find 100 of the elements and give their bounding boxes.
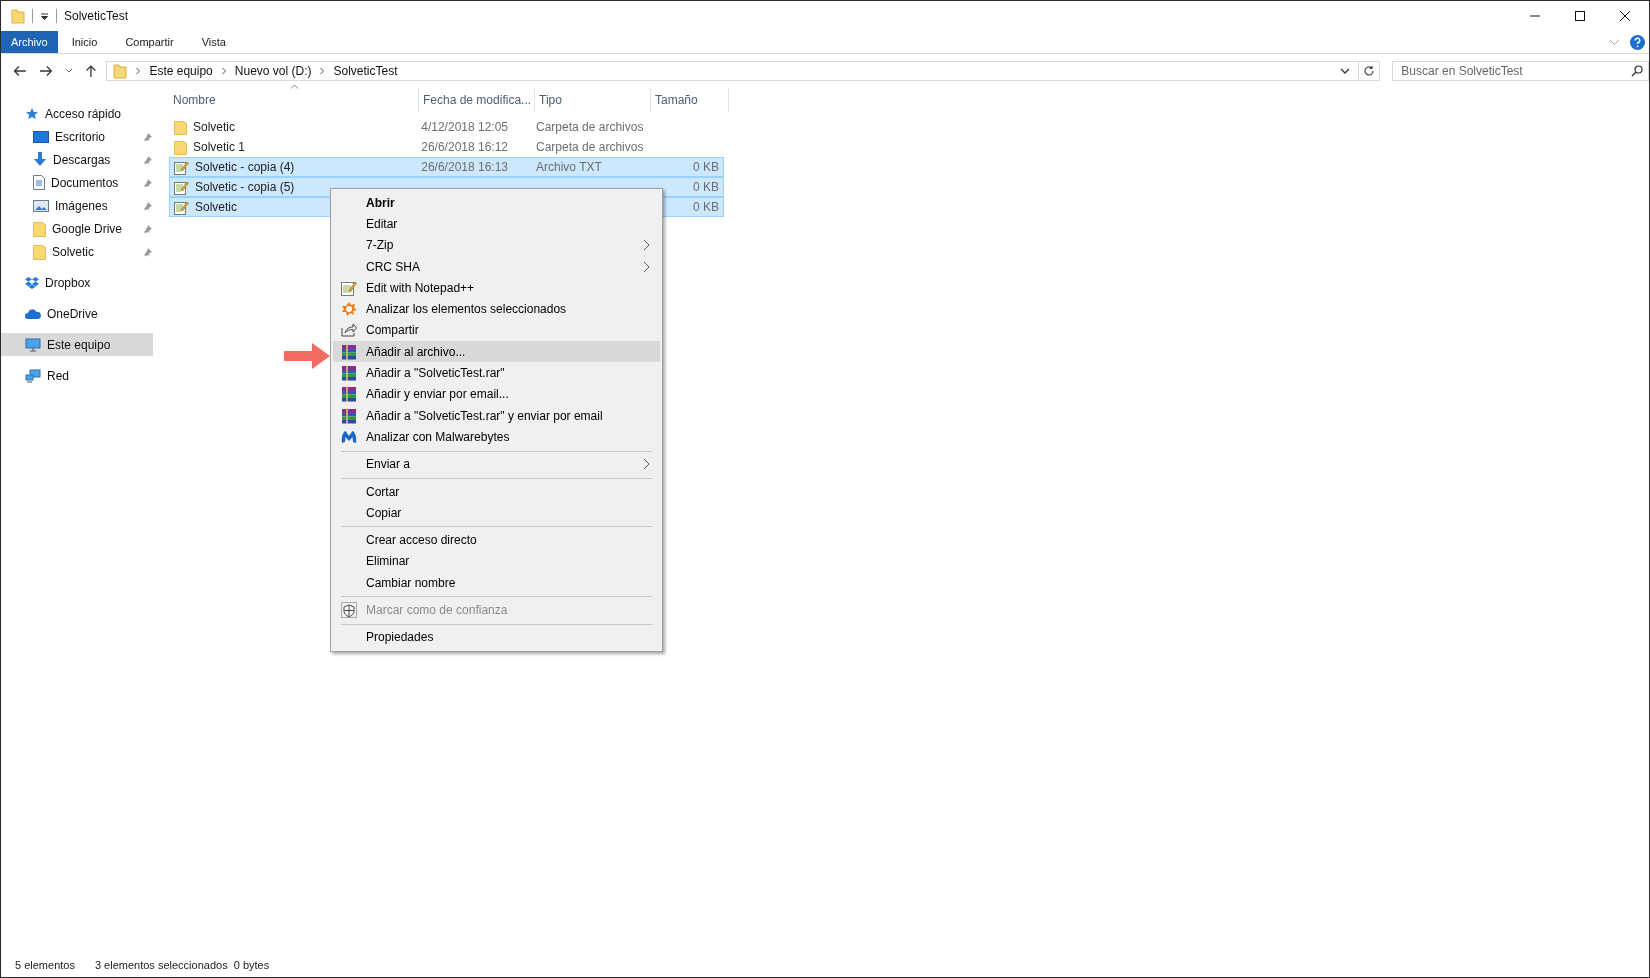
file-size: 0 KB bbox=[693, 200, 719, 214]
menu-item[interactable]: Editar bbox=[333, 213, 660, 235]
refresh-icon[interactable] bbox=[1363, 65, 1376, 77]
sidebar-item[interactable]: Acceso rápido bbox=[1, 102, 153, 125]
sidebar-item[interactable]: Red bbox=[1, 364, 153, 387]
file-date: 4/12/2018 12:05 bbox=[421, 120, 508, 134]
pin-icon[interactable] bbox=[143, 200, 153, 211]
sidebar-item[interactable]: Este equipo bbox=[1, 333, 153, 356]
item-count: 5 elementos bbox=[15, 959, 75, 971]
dropdown-icon[interactable] bbox=[1340, 67, 1351, 75]
menu-item[interactable]: Compartir bbox=[333, 319, 660, 342]
sidebar-item[interactable]: Google Drive bbox=[1, 217, 153, 240]
sidebar-item[interactable]: Imágenes bbox=[1, 194, 153, 217]
file-size: 0 KB bbox=[693, 160, 719, 174]
computer-icon bbox=[25, 337, 41, 352]
document-icon bbox=[33, 175, 45, 190]
menu-item[interactable]: Añadir al archivo... bbox=[333, 341, 660, 363]
file-name: Solvetic bbox=[193, 120, 236, 134]
arrow-icon bbox=[284, 343, 330, 369]
menu-item[interactable]: Añadir y enviar por email... bbox=[333, 383, 660, 405]
file-name: Solvetic bbox=[195, 200, 238, 214]
up-icon[interactable] bbox=[84, 64, 97, 78]
menu-item[interactable]: Eliminar bbox=[333, 550, 660, 573]
file-row[interactable]: Solvetic 4/12/2018 12:05 Carpeta de archivos bbox=[169, 117, 724, 137]
file-type: Archivo TXT bbox=[536, 160, 602, 174]
column-header[interactable]: Tipo bbox=[535, 88, 651, 112]
breadcrumb[interactable]: Nuevo vol (D:) bbox=[234, 64, 312, 78]
star-icon bbox=[25, 106, 39, 121]
maximize-icon[interactable] bbox=[1574, 10, 1586, 22]
pin-icon[interactable] bbox=[143, 223, 153, 234]
ribbon-tab[interactable]: Vista bbox=[187, 31, 240, 53]
pin-icon[interactable] bbox=[143, 131, 153, 142]
breadcrumb[interactable]: Este equipo bbox=[149, 64, 213, 78]
sidebar-item[interactable]: OneDrive bbox=[1, 302, 153, 325]
sort-icon bbox=[290, 84, 299, 89]
pin-icon[interactable] bbox=[143, 177, 153, 188]
file-row[interactable]: Solvetic - copia (4) 26/6/2018 16:13 Archivo TXT 0 KB bbox=[169, 157, 724, 177]
folder-icon bbox=[174, 139, 187, 155]
cloud-icon bbox=[25, 308, 41, 319]
menu-item[interactable]: 7-Zip bbox=[333, 234, 660, 256]
forward-icon[interactable] bbox=[38, 65, 53, 77]
notepad-icon bbox=[174, 199, 189, 215]
notepad-icon bbox=[174, 159, 189, 175]
recent-icon[interactable] bbox=[64, 68, 73, 74]
menu-item[interactable]: Analizar los elementos seleccionados bbox=[333, 298, 660, 320]
selection-info: 3 elementos seleccionados 0 bytes bbox=[94, 959, 270, 971]
menu-item[interactable]: Copiar bbox=[333, 502, 660, 524]
splat-icon bbox=[340, 301, 357, 318]
back-icon[interactable] bbox=[13, 65, 27, 77]
folder-icon bbox=[113, 63, 128, 79]
download-icon bbox=[33, 152, 47, 167]
file-size: 0 KB bbox=[693, 180, 719, 194]
sidebar-item[interactable]: Escritorio bbox=[1, 125, 153, 148]
shield-icon bbox=[340, 602, 357, 618]
column-header[interactable]: Fecha de modifica... bbox=[419, 88, 535, 112]
menu-item[interactable]: Añadir a "SolveticTest.rar" y enviar por email bbox=[333, 404, 660, 427]
column-header[interactable]: Tamaño bbox=[651, 88, 729, 112]
image-icon bbox=[33, 199, 49, 212]
sidebar-item[interactable]: Descargas bbox=[1, 148, 153, 171]
books-icon bbox=[340, 407, 357, 424]
menu-item[interactable]: CRC SHA bbox=[333, 255, 660, 278]
close-icon[interactable] bbox=[1619, 10, 1631, 22]
folder-icon bbox=[33, 220, 46, 237]
menu-item[interactable]: Enviar a bbox=[333, 453, 660, 475]
dropdown-icon[interactable] bbox=[40, 11, 49, 21]
file-date: 26/6/2018 16:13 bbox=[421, 160, 508, 174]
chevron-icon bbox=[319, 67, 326, 75]
menu-item[interactable]: Cambiar nombre bbox=[333, 572, 660, 594]
ribbon-tab[interactable]: Compartir bbox=[111, 31, 188, 53]
menu-item[interactable]: Analizar con Malwarebytes bbox=[333, 426, 660, 448]
column-header[interactable]: Nombre bbox=[169, 88, 419, 112]
address-bar[interactable]: Este equipo Nuevo vol (D:) SolveticTest bbox=[106, 61, 1381, 81]
menu-item[interactable]: Propiedades bbox=[333, 626, 660, 648]
sidebar-item[interactable]: Solvetic bbox=[1, 240, 153, 263]
desktop-icon bbox=[33, 130, 49, 143]
network-icon bbox=[25, 368, 41, 383]
books-icon bbox=[340, 343, 357, 360]
menu-item[interactable]: Cortar bbox=[333, 480, 660, 503]
menu-item[interactable]: Añadir a "SolveticTest.rar" bbox=[333, 362, 660, 384]
sidebar-item[interactable]: Dropbox bbox=[1, 271, 153, 294]
window-title: SolveticTest bbox=[64, 9, 129, 23]
file-date: 26/6/2018 16:12 bbox=[421, 140, 508, 154]
pin-icon[interactable] bbox=[143, 246, 153, 257]
notepad-icon bbox=[174, 179, 189, 195]
books-icon bbox=[340, 365, 357, 381]
file-row[interactable]: Solvetic 1 26/6/2018 16:12 Carpeta de archivos bbox=[169, 137, 724, 157]
pin-icon[interactable] bbox=[143, 154, 153, 165]
file-type: Carpeta de archivos bbox=[536, 140, 644, 154]
folder-icon bbox=[11, 8, 25, 24]
folder-icon bbox=[174, 119, 187, 135]
breadcrumb[interactable]: SolveticTest bbox=[333, 64, 398, 78]
menu-item[interactable]: Edit with Notepad++ bbox=[333, 277, 660, 299]
ribbon-tab[interactable]: Inicio bbox=[57, 31, 112, 53]
help-icon[interactable] bbox=[1630, 34, 1645, 50]
sidebar-item[interactable]: Documentos bbox=[1, 171, 153, 194]
file-name: Solvetic - copia (4) bbox=[195, 160, 295, 174]
menu-item[interactable]: Crear acceso directo bbox=[333, 529, 660, 551]
search-field[interactable]: Buscar en SolveticTest bbox=[1392, 61, 1649, 81]
folder-icon bbox=[33, 243, 46, 260]
file-type: Carpeta de archivos bbox=[536, 120, 644, 134]
